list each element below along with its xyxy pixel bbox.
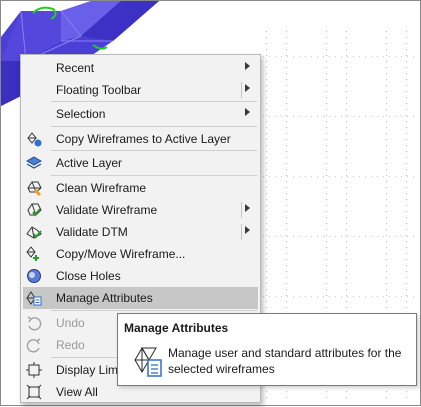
manage-attributes-icon [26,290,42,306]
tooltip-title: Manage Attributes [124,321,229,335]
manage-attributes-icon [132,344,164,378]
copy-move-wireframe-icon [26,246,42,262]
menu-item-label: Validate Wireframe [56,203,158,217]
menu-item-close-holes[interactable]: Close Holes [23,265,258,287]
menu-item-label: Display Lim [56,363,119,377]
menu-item-validate-dtm[interactable]: Validate DTM [23,221,258,243]
view-all-icon [26,384,42,400]
menu-item-label: Selection [56,107,106,121]
redo-icon [26,337,42,353]
menu-item-label: Clean Wireframe [56,181,147,195]
menu-item-floating-toolbar[interactable]: Floating Toolbar [23,79,258,101]
submenu-arrow-icon[interactable] [245,62,250,70]
menu-item-validate-wireframe[interactable]: Validate Wireframe [23,199,258,221]
submenu-arrow-icon[interactable] [245,226,250,234]
menu-separator [51,126,257,127]
display-limits-icon [26,362,42,378]
menu-separator [51,150,257,151]
menu-item-label: Floating Toolbar [56,83,142,97]
3d-viewport[interactable]: Recent Floating Toolbar Selection Copy Wire… [0,0,421,406]
menu-item-clean-wireframe[interactable]: Clean Wireframe [23,177,258,199]
menu-item-label: Redo [56,338,85,352]
tooltip: Manage Attributes Manage user and standa… [117,313,417,386]
menu-item-copy-wireframes-to-active-layer[interactable]: Copy Wireframes to Active Layer [23,128,258,150]
split-divider [241,224,242,240]
submenu-arrow-icon[interactable] [245,204,250,212]
submenu-arrow-icon[interactable] [245,84,250,92]
menu-item-active-layer[interactable]: Active Layer [23,152,258,174]
menu-item-manage-attributes[interactable]: Manage Attributes [23,287,258,309]
tooltip-description: Manage user and standard attributes for … [168,346,402,376]
menu-item-label: View All [56,385,98,399]
menu-item-label: Undo [56,316,85,330]
validate-wireframe-icon [26,202,42,218]
menu-item-label: Copy Wireframes to Active Layer [56,132,231,146]
close-holes-icon [26,268,42,284]
menu-item-label: Recent [56,61,95,75]
menu-item-label: Manage Attributes [56,291,153,305]
validate-dtm-icon [26,224,42,240]
submenu-arrow-icon[interactable] [245,108,250,116]
menu-separator [51,310,257,311]
copy-wireframes-layer-icon [26,131,42,147]
menu-item-recent[interactable]: Recent [23,57,258,79]
menu-item-label: Copy/Move Wireframe... [56,247,186,261]
menu-separator [51,175,257,176]
split-divider [241,82,242,98]
menu-item-label: Active Layer [56,156,123,170]
menu-item-label: Close Holes [56,269,121,283]
split-divider [241,202,242,218]
menu-item-label: Validate DTM [56,225,128,239]
menu-item-selection[interactable]: Selection [23,103,258,125]
layers-icon [26,155,42,171]
menu-separator [51,101,257,102]
clean-wireframe-icon [26,180,42,196]
menu-item-copy-move-wireframe[interactable]: Copy/Move Wireframe... [23,243,258,265]
undo-icon [26,315,42,331]
